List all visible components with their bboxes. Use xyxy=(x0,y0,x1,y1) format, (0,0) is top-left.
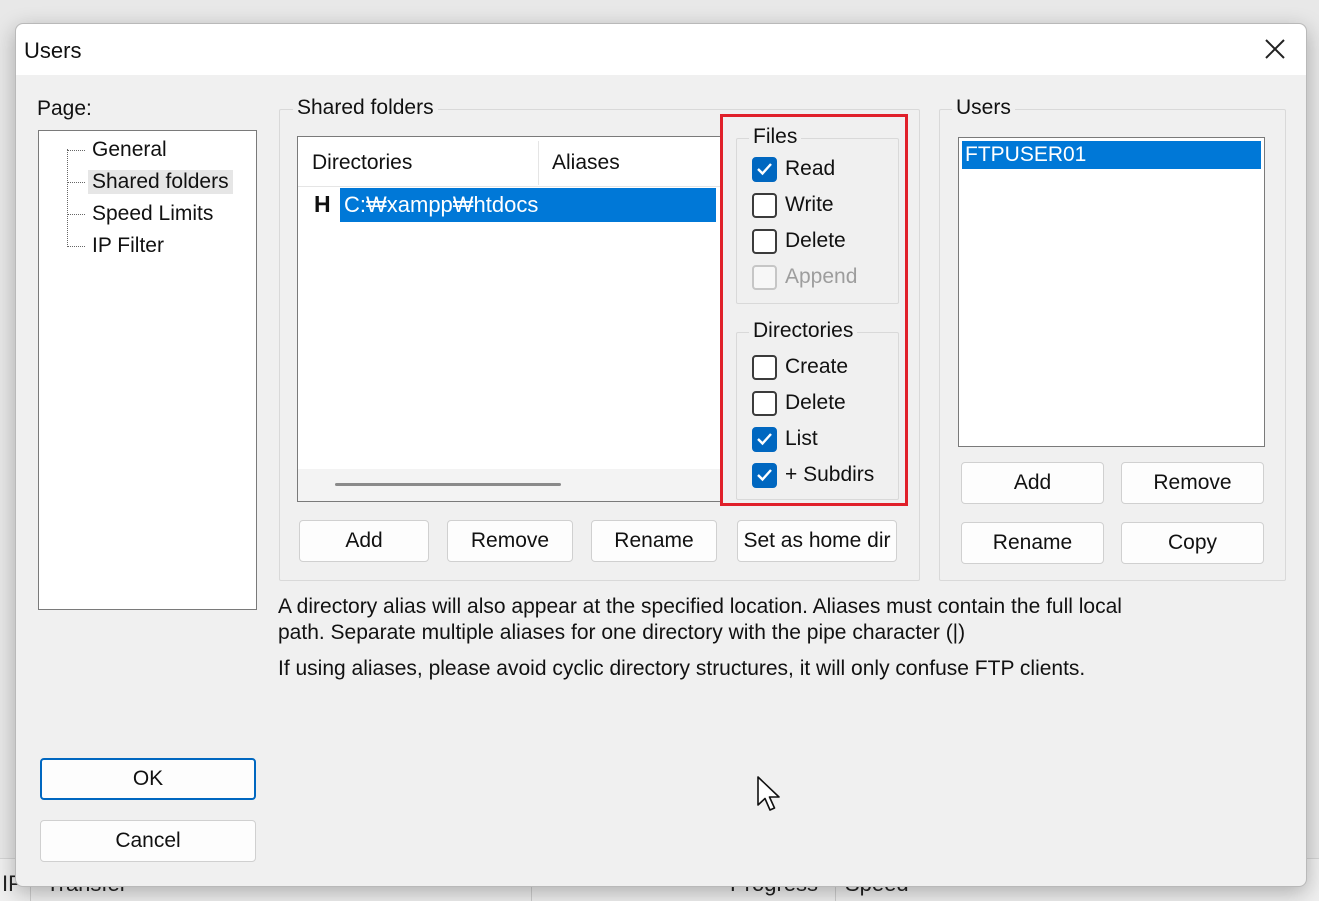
tree-item-ip-filter[interactable]: IP Filter xyxy=(67,232,237,260)
page-tree: General Shared folders Speed Limits IP F… xyxy=(38,130,257,610)
copy-user-button[interactable]: Copy xyxy=(1121,522,1264,564)
rename-folder-button[interactable]: Rename xyxy=(591,520,717,562)
checkbox-label: List xyxy=(785,427,818,450)
tree-branch xyxy=(67,182,85,183)
checkmark-icon xyxy=(757,433,772,446)
tree-item-shared-folders[interactable]: Shared folders xyxy=(67,168,237,196)
directory-row[interactable]: H C:₩xampp₩htdocs xyxy=(298,187,720,223)
directories-title: Directories xyxy=(749,319,858,343)
checkmark-icon xyxy=(757,469,772,482)
tree-item-label: General xyxy=(92,138,167,161)
checkbox-label: Read xyxy=(785,157,836,180)
checkbox-box xyxy=(752,354,777,380)
tree-item-label: Speed Limits xyxy=(92,202,214,225)
checkbox-label: Delete xyxy=(785,391,846,414)
dirs-subdirs-checkbox[interactable]: + Subdirs xyxy=(752,461,874,489)
directory-path: C:₩xampp₩htdocs xyxy=(340,188,716,222)
alias-note-line2: path. Separate multiple aliases for one … xyxy=(278,621,966,644)
alias-note-line1: A directory alias will also appear at th… xyxy=(278,595,1122,618)
checkbox-label: Create xyxy=(785,355,849,378)
remove-user-button[interactable]: Remove xyxy=(1121,462,1264,504)
files-delete-checkbox[interactable]: Delete xyxy=(752,227,846,255)
close-icon xyxy=(1265,39,1285,59)
alias-note-line3: If using aliases, please avoid cyclic di… xyxy=(278,657,1086,680)
checkbox-box xyxy=(752,156,777,182)
directories-list[interactable]: Directories Aliases H C:₩xampp₩htdocs xyxy=(297,136,721,502)
checkbox-box xyxy=(752,228,777,254)
checkbox-label: Append xyxy=(785,265,858,288)
checkmark-icon xyxy=(757,163,772,176)
title-bar: Users xyxy=(16,24,1306,75)
column-header-aliases[interactable]: Aliases xyxy=(552,151,620,175)
rename-user-button[interactable]: Rename xyxy=(961,522,1104,564)
scrollbar-thumb[interactable] xyxy=(335,483,561,486)
column-separator xyxy=(538,141,539,185)
checkbox-box xyxy=(752,192,777,218)
add-user-button[interactable]: Add xyxy=(961,462,1104,504)
tree-item-label: Shared folders xyxy=(88,170,233,194)
files-append-checkbox[interactable]: Append xyxy=(752,263,857,291)
ok-button[interactable]: OK xyxy=(40,758,256,800)
users-list[interactable]: FTPUSER01 xyxy=(958,137,1265,447)
files-read-checkbox[interactable]: Read xyxy=(752,155,835,183)
user-item[interactable]: FTPUSER01 xyxy=(962,141,1261,169)
column-header-directories[interactable]: Directories xyxy=(312,151,412,175)
checkbox-label: Delete xyxy=(785,229,846,252)
users-title: Users xyxy=(952,96,1015,120)
shared-folders-title: Shared folders xyxy=(293,96,438,120)
tree-item-label: IP Filter xyxy=(92,234,164,257)
dirs-create-checkbox[interactable]: Create xyxy=(752,353,848,381)
dirs-delete-checkbox[interactable]: Delete xyxy=(752,389,846,417)
tree-branch xyxy=(67,246,85,247)
list-header: Directories Aliases xyxy=(298,137,720,187)
add-folder-button[interactable]: Add xyxy=(299,520,429,562)
remove-folder-button[interactable]: Remove xyxy=(447,520,573,562)
files-write-checkbox[interactable]: Write xyxy=(752,191,834,219)
cancel-button[interactable]: Cancel xyxy=(40,820,256,862)
checkbox-box xyxy=(752,390,777,416)
tree-item-general[interactable]: General xyxy=(67,136,237,164)
files-title: Files xyxy=(749,125,802,149)
set-home-dir-button[interactable]: Set as home dir xyxy=(737,520,897,562)
close-button[interactable] xyxy=(1244,24,1306,74)
checkbox-label: + Subdirs xyxy=(785,463,875,486)
dirs-list-checkbox[interactable]: List xyxy=(752,425,818,453)
checkbox-box xyxy=(752,426,777,452)
tree-branch xyxy=(67,214,85,215)
horizontal-scrollbar[interactable] xyxy=(298,469,720,501)
home-dir-flag: H xyxy=(314,191,331,217)
tree-branch xyxy=(67,150,85,151)
dialog-title: Users xyxy=(24,38,82,63)
tree-item-speed-limits[interactable]: Speed Limits xyxy=(67,200,237,228)
checkbox-box xyxy=(752,462,777,488)
mouse-cursor-icon xyxy=(757,776,780,811)
page-label: Page: xyxy=(37,97,92,120)
checkbox-label: Write xyxy=(785,193,834,216)
checkbox-box xyxy=(752,264,777,290)
